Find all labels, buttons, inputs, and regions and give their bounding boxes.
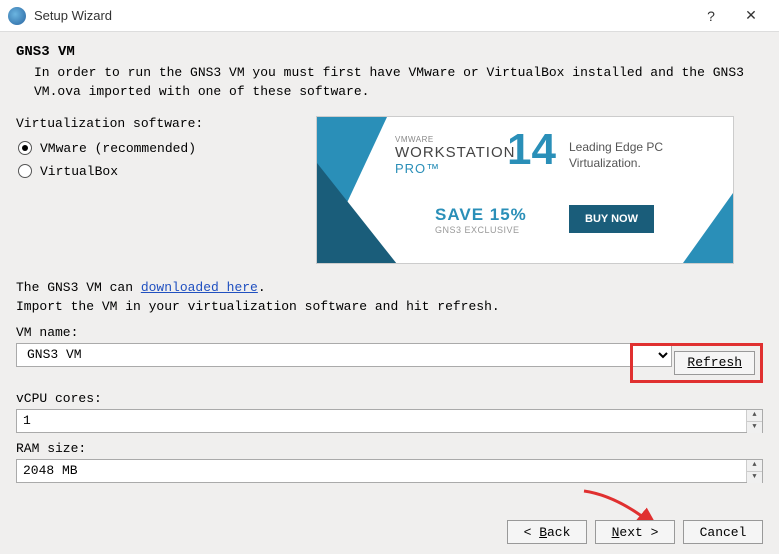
titlebar: Setup Wizard ? ✕ xyxy=(0,0,779,32)
radio-virtualbox-label: VirtualBox xyxy=(40,164,118,179)
vm-name-select[interactable]: GNS3 VM xyxy=(16,343,672,367)
content-area: GNS3 VM In order to run the GNS3 VM you … xyxy=(0,32,779,491)
promo-banner: VMWARE WORKSTATION PRO™ 14 Leading Edge … xyxy=(316,116,734,264)
ram-input[interactable] xyxy=(17,460,746,482)
refresh-button[interactable]: Refresh xyxy=(674,351,755,375)
radio-virtualbox[interactable]: VirtualBox xyxy=(16,160,296,183)
next-button[interactable]: Next > xyxy=(595,520,675,544)
ram-down-icon[interactable]: ▼ xyxy=(747,472,762,483)
banner-vmware-text: VMWARE xyxy=(395,135,515,144)
radio-vmware-label: VMware (recommended) xyxy=(40,141,196,156)
refresh-highlight: Refresh xyxy=(630,343,763,383)
ram-label: RAM size: xyxy=(16,441,763,456)
page-heading: GNS3 VM xyxy=(16,44,763,60)
vcpu-up-icon[interactable]: ▲ xyxy=(747,410,762,422)
banner-version: 14 xyxy=(507,125,556,175)
download-link[interactable]: downloaded here xyxy=(141,280,258,295)
radio-icon xyxy=(18,141,32,155)
radio-vmware[interactable]: VMware (recommended) xyxy=(16,137,296,160)
banner-tagline: Leading Edge PCVirtualization. xyxy=(569,139,663,171)
window-title: Setup Wizard xyxy=(34,8,691,23)
radio-icon xyxy=(18,164,32,178)
vcpu-input[interactable] xyxy=(17,410,746,432)
vcpu-down-icon[interactable]: ▼ xyxy=(747,422,762,433)
ram-up-icon[interactable]: ▲ xyxy=(747,460,762,472)
wizard-buttons: < Back Next > Cancel xyxy=(507,520,763,544)
import-info: Import the VM in your virtualization sof… xyxy=(16,297,763,317)
page-description: In order to run the GNS3 VM you must fir… xyxy=(16,64,763,102)
buy-now-button[interactable]: BUY NOW xyxy=(569,205,654,233)
download-info: The GNS3 VM can downloaded here. xyxy=(16,278,763,298)
cancel-button[interactable]: Cancel xyxy=(683,520,763,544)
vcpu-spinbox[interactable]: ▲ ▼ xyxy=(16,409,763,433)
banner-workstation-text: WORKSTATION xyxy=(395,144,515,161)
banner-save-text: SAVE 15% xyxy=(435,205,527,225)
close-button[interactable]: ✕ xyxy=(731,7,771,24)
back-button[interactable]: < Back xyxy=(507,520,587,544)
app-icon xyxy=(8,7,26,25)
vcpu-label: vCPU cores: xyxy=(16,391,763,406)
banner-exclusive-text: GNS3 EXCLUSIVE xyxy=(435,225,520,235)
vm-name-label: VM name: xyxy=(16,325,763,340)
ram-spinbox[interactable]: ▲ ▼ xyxy=(16,459,763,483)
banner-pro-text: PRO™ xyxy=(395,161,515,176)
virt-software-label: Virtualization software: xyxy=(16,116,296,131)
help-button[interactable]: ? xyxy=(691,8,731,24)
